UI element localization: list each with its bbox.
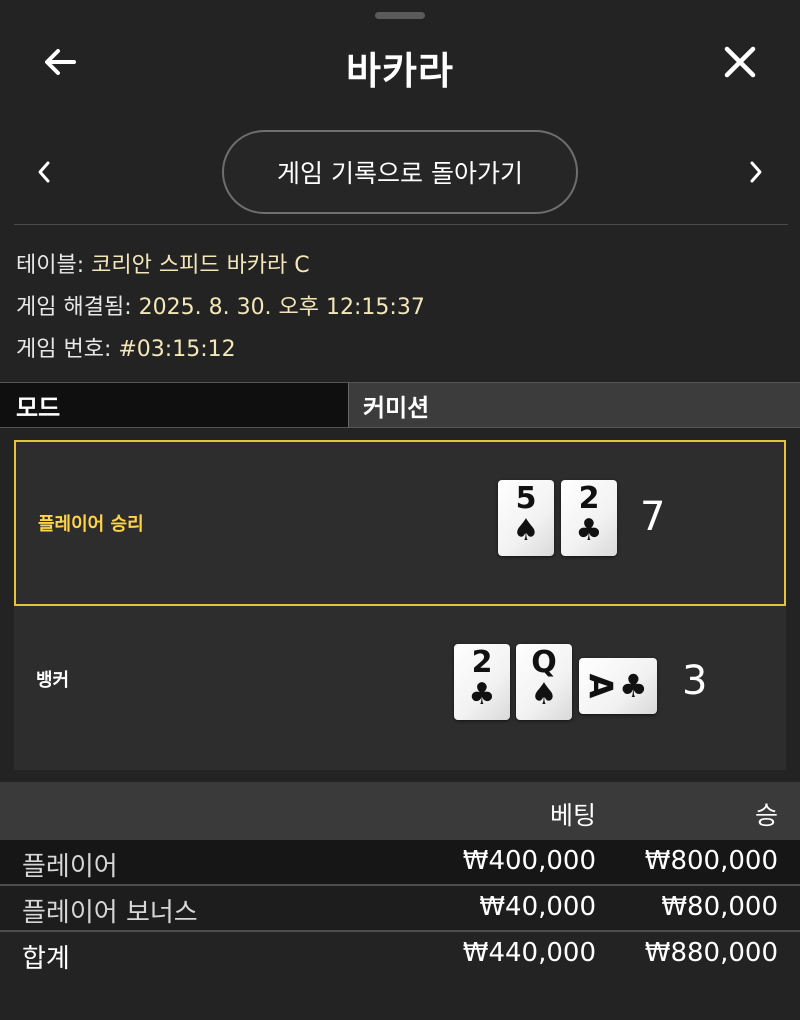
- close-button[interactable]: [712, 34, 768, 90]
- player-result-label: 플레이어 승리: [38, 514, 144, 535]
- total-label: 합계: [22, 944, 70, 974]
- win-column-header: 승: [754, 801, 778, 830]
- next-game-button[interactable]: [734, 150, 778, 194]
- divider: [14, 224, 788, 225]
- previous-game-button[interactable]: [22, 150, 66, 194]
- banker-label: 뱅커: [36, 670, 70, 691]
- table-value: 코리안 스피드 바카라 C: [91, 253, 310, 278]
- table-info: 테이블: 코리안 스피드 바카라 C: [16, 247, 310, 279]
- bet-amount: ₩40,000: [479, 892, 596, 922]
- close-icon: [724, 46, 756, 78]
- bets-table-header: 베팅 승: [0, 782, 800, 840]
- drag-handle[interactable]: [375, 12, 425, 19]
- history-nav: 게임 기록으로 돌아가기: [0, 130, 800, 216]
- back-to-history-button[interactable]: 게임 기록으로 돌아가기: [222, 130, 578, 214]
- club-icon: ♣: [575, 513, 603, 548]
- resolved-label: 게임 해결됨:: [16, 295, 132, 320]
- resolved-value: 2025. 8. 30. 오후 12:15:37: [138, 295, 425, 320]
- total-row: 합계 ₩440,000 ₩880,000: [0, 932, 800, 980]
- card-rank: 5: [515, 481, 537, 516]
- mode-value: 커미션: [348, 383, 800, 427]
- card-rank: Q: [531, 645, 557, 680]
- total-win-amount: ₩880,000: [644, 938, 778, 968]
- game-number-label: 게임 번호:: [16, 337, 112, 362]
- card-rank: 2: [578, 481, 600, 516]
- player-card-2: 2 ♣: [561, 480, 617, 556]
- chevron-left-icon: [38, 161, 50, 183]
- player-hand: 플레이어 승리 5 ♠ 2 ♣ 7: [14, 440, 786, 606]
- club-icon: ♣: [619, 667, 648, 705]
- mode-label: 모드: [0, 383, 348, 427]
- bet-amount: ₩400,000: [462, 846, 596, 876]
- chevron-right-icon: [750, 161, 762, 183]
- page-title: 바카라: [346, 49, 454, 93]
- banker-card-2: Q ♠: [516, 644, 572, 720]
- card-rank: A: [581, 673, 620, 699]
- bets-table: 베팅 승 플레이어 ₩400,000 ₩800,000 플레이어 보너스 ₩40…: [0, 782, 800, 980]
- banker-card-1: 2 ♣: [454, 644, 510, 720]
- win-amount: ₩800,000: [644, 846, 778, 876]
- header: 바카라: [0, 28, 800, 98]
- player-card-1: 5 ♠: [498, 480, 554, 556]
- spade-icon: ♠: [530, 677, 558, 712]
- bet-column-header: 베팅: [549, 801, 596, 830]
- mode-bar: 모드 커미션: [0, 382, 800, 428]
- win-amount: ₩80,000: [661, 892, 778, 922]
- banker-hand: 뱅커 2 ♣ Q ♠ A ♣ 3: [14, 606, 786, 770]
- game-number-value: #03:15:12: [118, 337, 236, 362]
- banker-card-3-sideways: A ♣: [579, 658, 657, 714]
- banker-score: 3: [682, 658, 708, 704]
- card-rank: 2: [471, 645, 493, 680]
- resolved-info: 게임 해결됨: 2025. 8. 30. 오후 12:15:37: [16, 289, 425, 321]
- player-score: 7: [640, 494, 666, 540]
- table-row: 플레이어 ₩400,000 ₩800,000: [0, 840, 800, 886]
- total-bet-amount: ₩440,000: [462, 938, 596, 968]
- game-number-info: 게임 번호: #03:15:12: [16, 331, 236, 363]
- table-label: 테이블:: [16, 253, 85, 278]
- club-icon: ♣: [468, 677, 496, 712]
- bet-name: 플레이어: [22, 852, 118, 882]
- bet-name: 플레이어 보너스: [22, 898, 198, 928]
- table-row: 플레이어 보너스 ₩40,000 ₩80,000: [0, 886, 800, 932]
- spade-icon: ♠: [512, 513, 540, 548]
